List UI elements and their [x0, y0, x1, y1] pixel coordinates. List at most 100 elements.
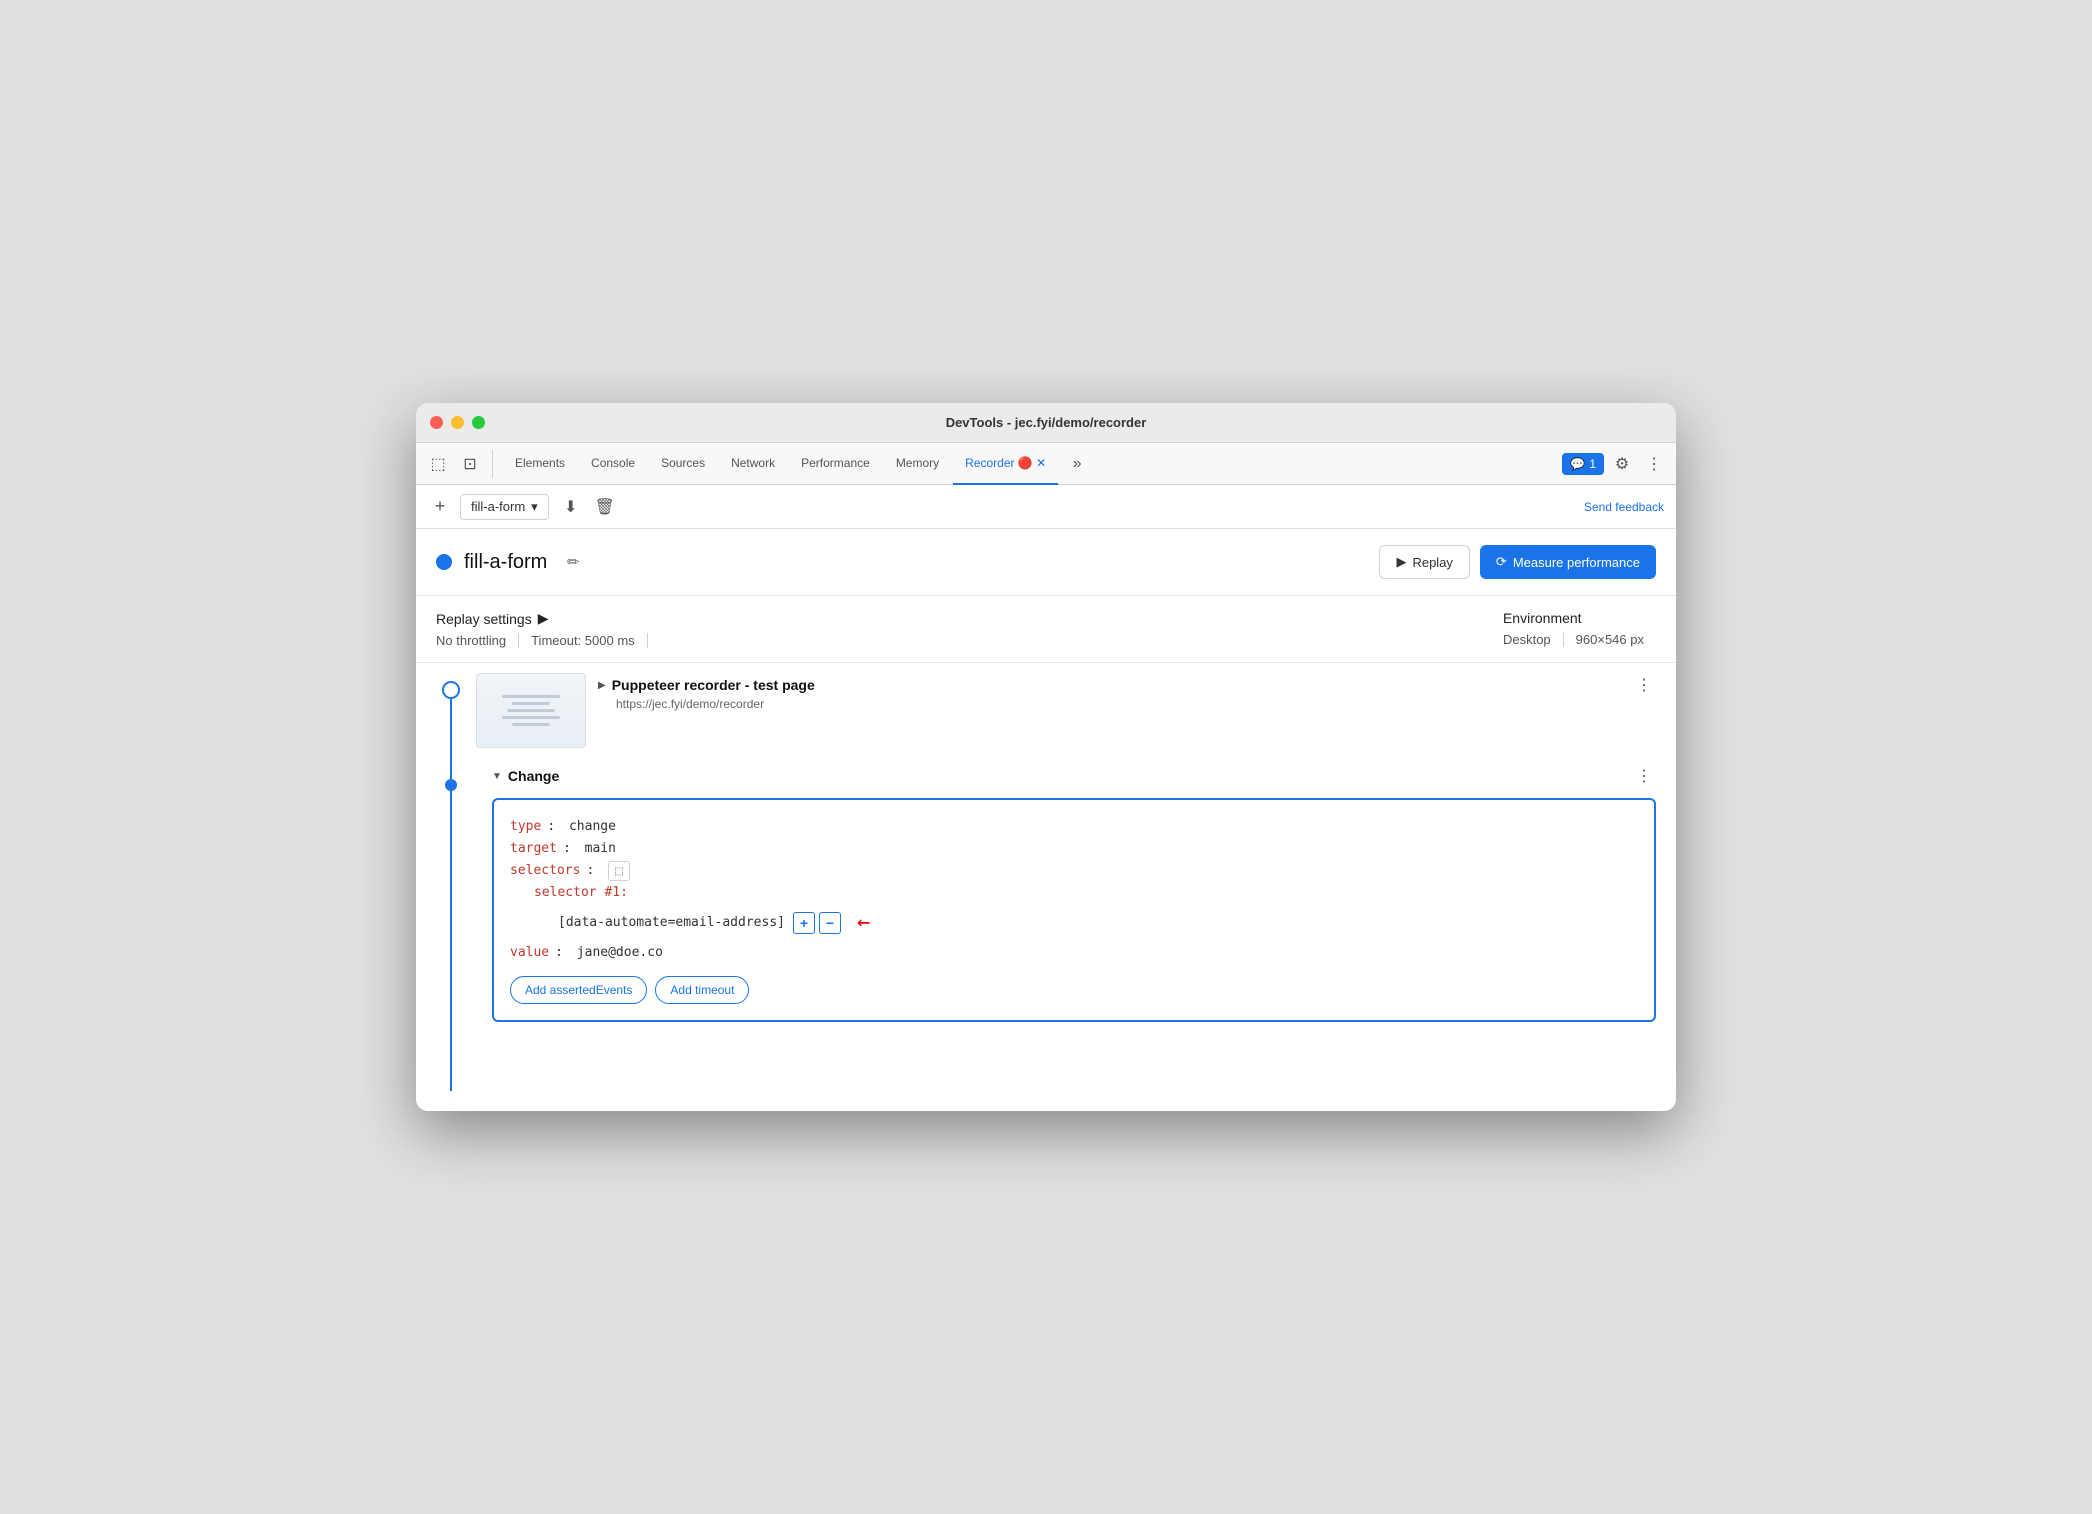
- environment-info: Desktop 960×546 px: [1503, 632, 1656, 647]
- tab-sources[interactable]: Sources: [649, 443, 717, 485]
- inspect-icon[interactable]: ⬚: [424, 450, 452, 478]
- send-feedback-link[interactable]: Send feedback: [1584, 500, 1664, 514]
- type-value: change: [569, 816, 616, 838]
- puppeteer-step: ▶ Puppeteer recorder - test page ⋮ https…: [476, 673, 1656, 748]
- recording-status-dot: [436, 554, 452, 570]
- replay-settings: Replay settings ▶ No throttling Timeout:…: [436, 610, 648, 648]
- tab-console[interactable]: Console: [579, 443, 647, 485]
- main-content: fill-a-form ✏ ▶ Replay ⟳ Measure perform…: [416, 529, 1676, 1111]
- target-key: target: [510, 838, 557, 860]
- timeline-col: [426, 673, 476, 1091]
- add-selector-button[interactable]: +: [793, 912, 815, 934]
- toolbar-actions: ⬇ 🗑: [557, 493, 619, 521]
- remove-selector-button[interactable]: −: [819, 912, 841, 934]
- red-arrow-icon: ←: [857, 904, 870, 941]
- edit-title-button[interactable]: ✏: [559, 548, 587, 576]
- value-key: value: [510, 942, 549, 964]
- tab-recorder[interactable]: Recorder 🔴 ✕: [953, 443, 1058, 485]
- target-value: main: [585, 838, 616, 860]
- settings-bar: Replay settings ▶ No throttling Timeout:…: [416, 596, 1676, 663]
- environment-title: Environment: [1503, 610, 1656, 626]
- steps-content: ▶ Puppeteer recorder - test page ⋮ https…: [476, 673, 1676, 1091]
- resolution-value: 960×546 px: [1564, 632, 1656, 647]
- code-line-type: type : change: [510, 816, 1638, 838]
- expand-icon: ▶: [598, 680, 606, 691]
- recording-header: fill-a-form ✏ ▶ Replay ⟳ Measure perform…: [416, 529, 1676, 596]
- device-icon[interactable]: ⊡: [456, 450, 484, 478]
- download-recording-button[interactable]: ⬇: [557, 493, 585, 521]
- change-step-more-button[interactable]: ⋮: [1632, 764, 1656, 788]
- recording-selector[interactable]: fill-a-form ▾: [460, 494, 549, 520]
- tab-right-icons: 💬 1 ⚙ ⋮: [1562, 450, 1668, 478]
- timeline-connector-2: [450, 791, 452, 1091]
- timeline-node-1: [442, 681, 460, 699]
- timeline-connector-1: [450, 699, 452, 779]
- puppeteer-step-title: Puppeteer recorder - test page: [612, 677, 815, 693]
- selector-num-label: selector #1:: [534, 882, 628, 904]
- environment-settings: Environment Desktop 960×546 px: [1503, 610, 1656, 647]
- delete-recording-button[interactable]: 🗑: [591, 493, 619, 521]
- code-line-selector-label: selector #1:: [510, 882, 1638, 904]
- puppeteer-step-url: https://jec.fyi/demo/recorder: [598, 697, 1656, 711]
- add-asserted-events-button[interactable]: Add assertedEvents: [510, 976, 647, 1004]
- play-icon: ▶: [1396, 554, 1406, 570]
- measure-performance-button[interactable]: ⟳ Measure performance: [1480, 545, 1656, 579]
- value-val: jane@doe.co: [577, 942, 663, 964]
- devtools-window: DevTools - jec.fyi/demo/recorder ⬚ ⊡ Ele…: [416, 403, 1676, 1111]
- change-step: ▼ Change ⋮ type : change: [492, 764, 1656, 1022]
- recording-title: fill-a-form: [464, 551, 547, 574]
- collapse-icon: ▼: [492, 771, 502, 782]
- header-actions: ▶ Replay ⟳ Measure performance: [1379, 545, 1656, 579]
- step-thumbnail: [476, 673, 586, 748]
- throttle-value: No throttling: [436, 633, 519, 648]
- code-line-target: target : main: [510, 838, 1638, 860]
- chevron-down-icon: ▾: [531, 499, 538, 515]
- title-bar: DevTools - jec.fyi/demo/recorder: [416, 403, 1676, 443]
- window-title: DevTools - jec.fyi/demo/recorder: [946, 415, 1147, 430]
- puppeteer-step-header: ▶ Puppeteer recorder - test page ⋮: [598, 673, 1656, 697]
- type-key: type: [510, 816, 541, 838]
- tab-icons: ⬚ ⊡: [424, 450, 493, 478]
- steps-area: ▶ Puppeteer recorder - test page ⋮ https…: [416, 663, 1676, 1111]
- maximize-button[interactable]: [472, 416, 485, 429]
- measure-icon: ⟳: [1496, 554, 1507, 570]
- change-step-header: ▼ Change ⋮: [492, 764, 1656, 788]
- cursor-icon: ⬚: [614, 866, 623, 877]
- chat-badge-button[interactable]: 💬 1: [1562, 453, 1604, 475]
- triangle-icon: ▶: [538, 610, 549, 627]
- tab-network[interactable]: Network: [719, 443, 787, 485]
- add-remove-buttons: + −: [793, 912, 841, 934]
- add-timeout-button[interactable]: Add timeout: [655, 976, 749, 1004]
- replay-settings-toggle[interactable]: Replay settings ▶: [436, 610, 648, 627]
- selector-picker-button[interactable]: ⬚: [608, 861, 630, 881]
- more-tabs-icon[interactable]: »: [1060, 455, 1094, 473]
- code-line-value: value : jane@doe.co: [510, 942, 1638, 964]
- settings-icon[interactable]: ⚙: [1608, 450, 1636, 478]
- chat-icon: 💬: [1570, 457, 1585, 471]
- puppeteer-step-more-button[interactable]: ⋮: [1632, 673, 1656, 697]
- code-line-selectors: selectors : ⬚: [510, 860, 1638, 882]
- tab-performance[interactable]: Performance: [789, 443, 882, 485]
- tab-elements[interactable]: Elements: [503, 443, 577, 485]
- more-options-icon[interactable]: ⋮: [1640, 450, 1668, 478]
- selectors-key: selectors: [510, 860, 580, 882]
- timeout-value: Timeout: 5000 ms: [519, 633, 648, 648]
- minimize-button[interactable]: [451, 416, 464, 429]
- settings-info: No throttling Timeout: 5000 ms: [436, 633, 648, 648]
- add-recording-button[interactable]: +: [428, 495, 452, 519]
- selector-value: [data-automate=email-address]: [558, 912, 785, 934]
- puppeteer-step-info: ▶ Puppeteer recorder - test page ⋮ https…: [598, 673, 1656, 711]
- recorder-toolbar: + fill-a-form ▾ ⬇ 🗑 Send feedback: [416, 485, 1676, 529]
- change-step-title: Change: [508, 768, 559, 784]
- code-line-selector-value: [data-automate=email-address] + − ←: [510, 904, 1638, 941]
- tab-memory[interactable]: Memory: [884, 443, 951, 485]
- replay-button[interactable]: ▶ Replay: [1379, 545, 1469, 579]
- change-code-block: type : change target : main selector: [492, 798, 1656, 1022]
- action-buttons: Add assertedEvents Add timeout: [510, 976, 1638, 1004]
- devtools-tabs: ⬚ ⊡ Elements Console Sources Network Per…: [416, 443, 1676, 485]
- close-button[interactable]: [430, 416, 443, 429]
- pencil-icon: ✏: [567, 553, 580, 571]
- desktop-value: Desktop: [1503, 632, 1564, 647]
- timeline-node-2: [445, 779, 457, 791]
- traffic-lights: [430, 416, 485, 429]
